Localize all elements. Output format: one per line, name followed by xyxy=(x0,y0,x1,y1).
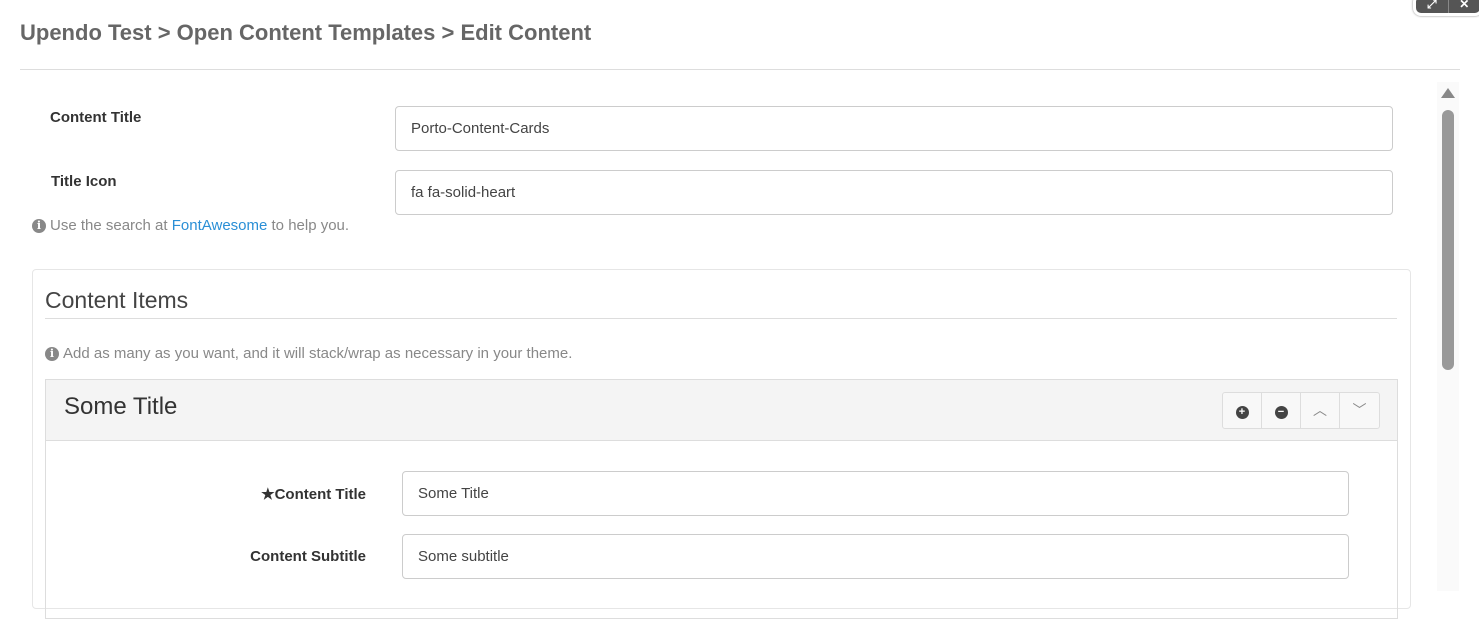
hint-text: Add as many as you want, and it will sta… xyxy=(63,345,572,362)
scrollbar[interactable] xyxy=(1437,82,1459,591)
content-title-input[interactable]: Porto-Content-Cards xyxy=(395,106,1393,151)
scroll-up-arrow-icon[interactable] xyxy=(1441,88,1455,98)
card-title: Some Title xyxy=(64,393,177,421)
move-up-button[interactable]: ︿ xyxy=(1301,393,1340,428)
info-icon: i xyxy=(45,347,59,361)
divider xyxy=(20,69,1460,70)
plus-circle-icon: + xyxy=(1236,406,1249,419)
fontawesome-link[interactable]: FontAwesome xyxy=(172,217,268,234)
chevron-down-icon: ﹀ xyxy=(1353,402,1367,418)
scrollbar-thumb[interactable] xyxy=(1442,110,1454,370)
content-items-hint: i Add as many as you want, and it will st… xyxy=(45,345,572,362)
expand-icon[interactable]: ⤢ xyxy=(1416,0,1449,13)
remove-item-button[interactable]: − xyxy=(1262,393,1301,428)
info-icon: i xyxy=(32,219,46,233)
item-content-title-label: ★Content Title xyxy=(180,485,366,503)
content-items-heading: Content Items xyxy=(45,287,188,314)
divider xyxy=(45,318,1397,319)
title-icon-input[interactable]: fa fa-solid-heart xyxy=(395,170,1393,215)
title-icon-hint: i Use the search at FontAwesome to help y… xyxy=(32,217,349,234)
add-item-button[interactable]: + xyxy=(1223,393,1262,428)
hint-text: Use the search at xyxy=(50,217,168,234)
item-content-title-input[interactable]: Some Title xyxy=(402,471,1349,516)
content-title-label: Content Title xyxy=(50,109,141,126)
window-controls: ⤢ ✕ xyxy=(1413,0,1479,16)
chevron-up-icon: ︿ xyxy=(1313,402,1327,418)
breadcrumb: Upendo Test > Open Content Templates > E… xyxy=(20,20,591,46)
hint-text-suffix: to help you. xyxy=(272,217,350,234)
move-down-button[interactable]: ﹀ xyxy=(1340,393,1379,428)
card-header: Some Title + − ︿ ﹀ xyxy=(46,380,1397,441)
title-icon-label: Title Icon xyxy=(51,173,117,190)
item-content-subtitle-label: Content Subtitle xyxy=(180,548,366,565)
card-actions: + − ︿ ﹀ xyxy=(1222,392,1380,429)
close-icon[interactable]: ✕ xyxy=(1449,0,1479,13)
minus-circle-icon: − xyxy=(1275,406,1288,419)
item-content-subtitle-input[interactable]: Some subtitle xyxy=(402,534,1349,579)
